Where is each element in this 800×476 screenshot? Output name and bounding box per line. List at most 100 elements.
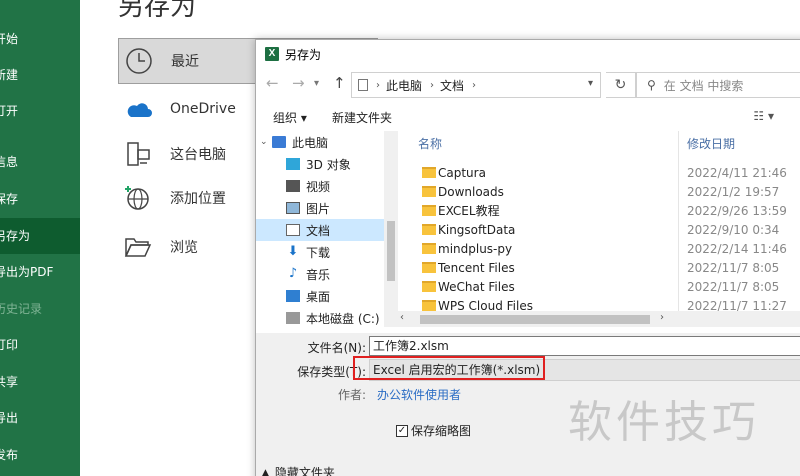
scroll-right-icon[interactable]: › <box>660 312 664 323</box>
tree-item-pictures[interactable]: 图片 <box>256 197 384 219</box>
file-row[interactable]: Captura 2022/4/11 21:46 <box>398 163 800 182</box>
organize-button[interactable]: 组织 ▾ <box>273 109 307 126</box>
video-icon <box>286 180 300 192</box>
address-bar[interactable]: › 此电脑 › 文档 › <box>351 72 601 98</box>
column-header-modified[interactable]: 修改日期 <box>687 131 735 157</box>
tree-label: 桌面 <box>306 289 331 304</box>
download-arrow-icon: ⬇ <box>287 244 299 259</box>
refresh-icon[interactable]: ↻ <box>606 72 636 98</box>
search-icon: ⚲ <box>647 78 656 92</box>
file-name: Tencent Files <box>438 260 515 275</box>
author-value[interactable]: 办公软件使用者 <box>377 386 461 403</box>
forward-arrow-icon[interactable]: → <box>292 74 305 92</box>
tree-item-music[interactable]: ♪ 音乐 <box>256 263 384 285</box>
excel-logo-icon: X <box>265 47 279 61</box>
file-row[interactable]: KingsoftData 2022/9/10 0:34 <box>398 220 800 239</box>
file-date: 2022/2/14 11:46 <box>687 241 787 256</box>
computer-icon <box>272 136 286 148</box>
horizontal-scrollbar[interactable]: ‹ › <box>384 311 800 327</box>
folder-icon <box>422 281 436 292</box>
nav-item-new[interactable]: 新建 <box>0 57 80 93</box>
tree-item-documents[interactable]: 文档 <box>256 219 384 241</box>
folder-icon <box>422 243 436 254</box>
file-date: 2022/11/7 8:05 <box>687 260 780 275</box>
file-name: mindplus-py <box>438 241 513 256</box>
nav-item-info[interactable]: 信息 <box>0 144 80 180</box>
file-row[interactable]: EXCEL教程 2022/9/26 13:59 <box>398 201 800 220</box>
new-folder-button[interactable]: 新建文件夹 <box>332 109 392 126</box>
scroll-left-icon[interactable]: ‹ <box>400 312 404 323</box>
watermark-text: 软件技巧 <box>568 397 760 448</box>
file-row[interactable]: mindplus-py 2022/2/14 11:46 <box>398 239 800 258</box>
document-icon <box>286 224 300 236</box>
nav-item-save-as[interactable]: 另存为 <box>0 218 80 254</box>
location-label: 最近 <box>171 54 199 70</box>
tree-label: 视频 <box>306 179 331 194</box>
filename-input[interactable]: 工作簿2.xlsm <box>369 336 800 356</box>
recent-locations-chevron-icon[interactable]: ▾ <box>314 78 319 89</box>
scrollbar-thumb[interactable] <box>387 221 395 281</box>
hide-folders-label: 隐藏文件夹 <box>274 466 335 476</box>
dialog-title: 另存为 <box>285 47 322 62</box>
folder-icon <box>422 300 436 311</box>
folder-icon <box>422 186 436 197</box>
tree-item-local-disk[interactable]: 本地磁盘 (C:) <box>256 307 384 327</box>
breadcrumb-documents[interactable]: 文档 <box>440 77 464 94</box>
tree-label: 文档 <box>306 223 331 238</box>
file-row[interactable]: Downloads 2022/1/2 19:57 <box>398 182 800 201</box>
view-options-button[interactable]: ☷ ▾ <box>753 109 774 123</box>
tree-item-3d-objects[interactable]: 3D 对象 <box>256 153 384 175</box>
tree-item-downloads[interactable]: ⬇ 下载 <box>256 241 384 263</box>
filetype-highlight-box <box>353 356 545 380</box>
address-dropdown-icon[interactable]: ▾ <box>588 78 593 89</box>
location-label: 添加位置 <box>170 191 226 207</box>
nav-item-share[interactable]: 共享 <box>0 364 80 400</box>
file-row[interactable]: Tencent Files 2022/11/7 8:05 <box>398 258 800 277</box>
nav-item-start[interactable]: 开始 <box>0 21 80 57</box>
expand-chevron-icon[interactable]: ⌄ <box>260 137 268 147</box>
breadcrumb-this-pc[interactable]: 此电脑 <box>386 77 422 94</box>
search-input[interactable]: ⚲ 在 文档 中搜索 <box>636 72 800 98</box>
breadcrumb-separator-icon: › <box>376 79 380 91</box>
desktop-icon <box>286 290 300 302</box>
address-row: ← → ▾ ↑ › 此电脑 › 文档 › ▾ ↻ ⚲ 在 文档 中搜索 <box>256 72 800 98</box>
nav-item-export-pdf[interactable]: 导出为PDF <box>0 254 80 290</box>
column-header-name[interactable]: 名称 <box>418 131 442 157</box>
back-arrow-icon[interactable]: ← <box>266 74 279 92</box>
file-row[interactable]: WeChat Files 2022/11/7 8:05 <box>398 277 800 296</box>
file-name: EXCEL教程 <box>438 204 500 218</box>
tree-item-desktop[interactable]: 桌面 <box>256 285 384 307</box>
nav-item-history[interactable]: 历史记录 <box>0 291 80 327</box>
file-date: 2022/9/10 0:34 <box>687 222 780 237</box>
save-thumbnail-checkbox[interactable]: ✓ 保存缩略图 <box>396 422 471 439</box>
folder-icon <box>422 205 436 216</box>
nav-item-publish[interactable]: 发布 <box>0 437 80 473</box>
scrollbar-thumb[interactable] <box>420 315 650 324</box>
file-date: 2022/4/11 21:46 <box>687 165 787 180</box>
up-arrow-icon[interactable]: ↑ <box>333 74 346 92</box>
onedrive-cloud-icon <box>122 93 154 125</box>
filename-label: 文件名(N): <box>307 341 366 355</box>
backstage-nav: 开始 新建 打开 信息 保存 另存为 导出为PDF 历史记录 打印 共享 导出 … <box>0 0 80 476</box>
location-label: OneDrive <box>170 101 236 117</box>
folder-open-icon <box>122 231 154 263</box>
folder-icon <box>422 224 436 235</box>
tree-item-videos[interactable]: 视频 <box>256 175 384 197</box>
nav-item-print[interactable]: 打印 <box>0 327 80 363</box>
breadcrumb-separator-icon: › <box>430 79 435 91</box>
tree-item-this-pc[interactable]: ⌄ 此电脑 <box>256 131 384 153</box>
hide-folders-button[interactable]: ▲ 隐藏文件夹 <box>262 464 335 476</box>
checkmark-icon: ✓ <box>396 424 408 437</box>
location-label: 浏览 <box>170 240 198 256</box>
location-label: 这台电脑 <box>170 147 226 163</box>
drive-icon <box>286 312 300 324</box>
tree-label: 音乐 <box>306 267 331 282</box>
nav-item-save[interactable]: 保存 <box>0 181 80 217</box>
file-name: KingsoftData <box>438 222 516 237</box>
file-name: WeChat Files <box>438 279 515 294</box>
nav-item-open[interactable]: 打开 <box>0 93 80 129</box>
nav-item-export[interactable]: 导出 <box>0 400 80 436</box>
file-date: 2022/1/2 19:57 <box>687 184 780 199</box>
navigation-scrollbar[interactable] <box>384 131 398 327</box>
file-list: 名称 ^ 修改日期 Captura 2022/4/11 21:46 Downloa… <box>398 131 800 327</box>
